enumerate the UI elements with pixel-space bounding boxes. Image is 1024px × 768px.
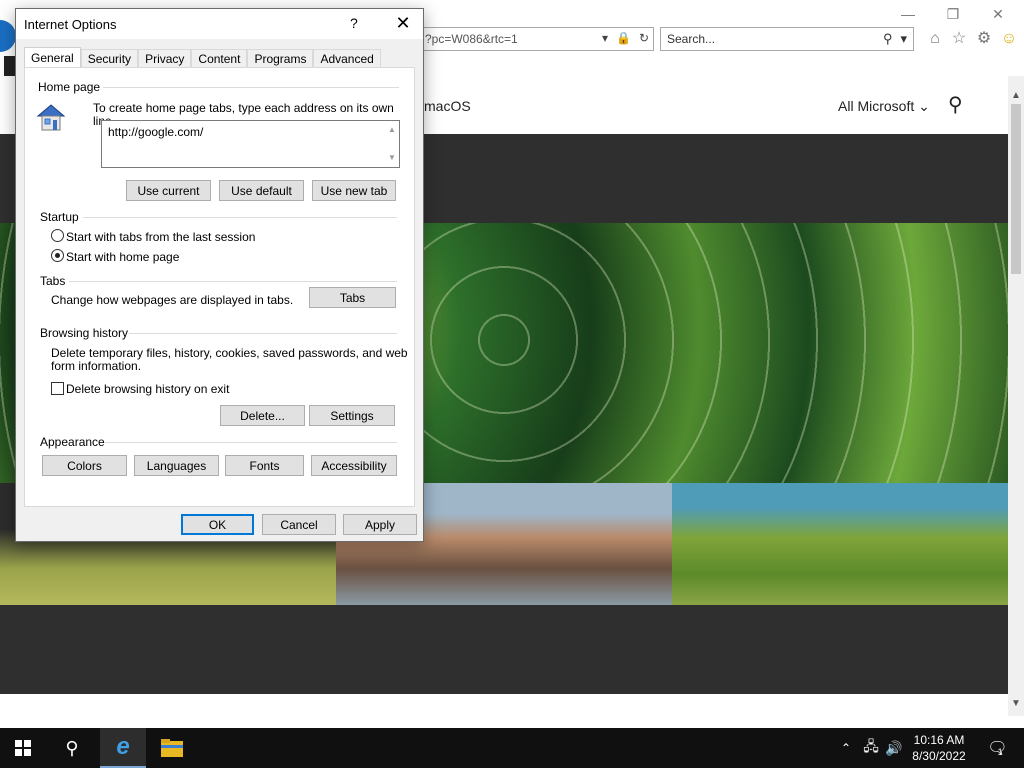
scrollbar-thumb[interactable] <box>1011 104 1021 274</box>
history-settings-button[interactable]: Settings <box>309 405 395 426</box>
radio-last-session-label[interactable]: Start with tabs from the last session <box>66 231 255 244</box>
taskbar-internet-explorer[interactable]: e <box>100 728 146 768</box>
radio-last-session[interactable] <box>51 229 64 242</box>
search-icon[interactable]: ⚲ <box>883 31 893 47</box>
dropdown-arrow-icon[interactable]: ▾ <box>602 31 608 45</box>
dialog-titlebar[interactable]: Internet Options ? ✕ <box>16 9 423 39</box>
chevron-down-icon: ⌄ <box>918 98 930 114</box>
divider <box>103 87 399 88</box>
radio-home-page-label[interactable]: Start with home page <box>66 251 179 264</box>
browsing-history-group-label: Browsing history <box>40 326 129 340</box>
show-hidden-icons-chevron-icon[interactable]: ⌃ <box>836 728 856 768</box>
volume-icon[interactable]: 🔊 <box>884 728 904 768</box>
browsing-history-description-line2: form information. <box>51 359 142 373</box>
divider <box>83 217 397 218</box>
tile-image-hills[interactable] <box>672 483 1008 605</box>
home-page-group-label: Home page <box>38 80 101 94</box>
search-input[interactable]: Search... ⚲ ▾ <box>660 27 914 51</box>
accessibility-button[interactable]: Accessibility <box>311 455 397 476</box>
startup-group-label: Startup <box>40 210 79 224</box>
nav-all-microsoft-label: All Microsoft <box>838 98 915 114</box>
site-search-icon[interactable]: ⚲ <box>948 92 963 117</box>
smiley-feedback-icon[interactable]: ☺ <box>998 28 1020 50</box>
cancel-button[interactable]: Cancel <box>262 514 336 535</box>
use-current-button[interactable]: Use current <box>126 180 211 201</box>
nav-all-microsoft[interactable]: All Microsoft ⌄ <box>838 98 930 115</box>
favorites-star-icon[interactable]: ☆ <box>948 28 970 50</box>
start-button[interactable] <box>0 728 46 768</box>
radio-home-page[interactable] <box>51 249 64 262</box>
close-window-button[interactable]: ✕ <box>983 4 1013 24</box>
taskbar-search-icon[interactable]: ⚲ <box>50 728 94 768</box>
windows-logo-icon <box>15 740 31 756</box>
taskbar: ⚲ e ⌃ 🖧 🔊 10:16 AM 8/30/2022 🗨 1 <box>0 728 1024 768</box>
delete-on-exit-label[interactable]: Delete browsing history on exit <box>66 383 229 396</box>
fonts-button[interactable]: Fonts <box>225 455 304 476</box>
internet-options-dialog: Internet Options ? ✕ General Security Pr… <box>15 8 424 542</box>
tab-programs[interactable]: Programs <box>247 49 314 69</box>
tab-security[interactable]: Security <box>80 49 139 69</box>
ok-button[interactable]: OK <box>181 514 254 535</box>
colors-button[interactable]: Colors <box>42 455 127 476</box>
divider <box>129 333 397 334</box>
home-page-url: http://google.com/ <box>108 125 204 139</box>
home-icon[interactable]: ⌂ <box>924 28 946 50</box>
tabs-settings-button[interactable]: Tabs <box>309 287 396 308</box>
system-clock[interactable]: 10:16 AM 8/30/2022 <box>904 732 974 764</box>
network-icon[interactable]: 🖧 <box>860 728 882 768</box>
restore-button[interactable]: ❐ <box>938 4 968 24</box>
apply-button[interactable]: Apply <box>343 514 417 535</box>
use-default-button[interactable]: Use default <box>219 180 304 201</box>
clock-date: 8/30/2022 <box>912 749 966 763</box>
folder-icon <box>161 739 183 757</box>
notifications-icon[interactable]: 🗨 1 <box>980 728 1010 768</box>
nav-link-macos[interactable]: macOS <box>424 98 471 114</box>
tabs-group-label: Tabs <box>40 274 66 288</box>
clock-time: 10:16 AM <box>913 733 965 747</box>
search-placeholder: Search... <box>667 32 716 46</box>
divider <box>105 442 397 443</box>
languages-button[interactable]: Languages <box>134 455 219 476</box>
refresh-icon[interactable]: ↻ <box>639 31 649 45</box>
tab-content[interactable]: Content <box>191 49 248 69</box>
tabs-description: Change how webpages are displayed in tab… <box>51 293 294 307</box>
internet-explorer-icon: e <box>116 733 130 760</box>
textarea-scrollbar[interactable]: ▲ ▼ <box>387 123 397 165</box>
delete-on-exit-checkbox[interactable] <box>51 382 64 395</box>
help-icon[interactable]: ? <box>350 15 358 31</box>
delete-button[interactable]: Delete... <box>220 405 305 426</box>
minimize-button[interactable]: — <box>893 4 923 24</box>
tab-privacy[interactable]: Privacy <box>138 49 192 69</box>
tab-general[interactable]: General <box>24 47 81 69</box>
dialog-tabs: General Security Privacy Content Program… <box>24 47 381 69</box>
address-text: ?pc=W086&rtc=1 <box>425 32 518 46</box>
tab-advanced[interactable]: Advanced <box>313 49 381 69</box>
close-icon[interactable]: ✕ <box>388 13 418 34</box>
notification-count: 1 <box>997 747 1003 757</box>
settings-gear-icon[interactable]: ⚙ <box>973 28 995 50</box>
general-tab-panel: Home page To create home page tabs, type… <box>24 67 415 507</box>
page-scrollbar[interactable]: ▲ ▼ <box>1008 76 1024 716</box>
scroll-up-icon[interactable]: ▲ <box>1008 90 1024 101</box>
appearance-group-label: Appearance <box>40 435 105 449</box>
dialog-title: Internet Options <box>24 17 117 32</box>
house-icon <box>36 104 66 131</box>
scroll-down-icon[interactable]: ▼ <box>1008 698 1024 709</box>
use-new-tab-button[interactable]: Use new tab <box>312 180 396 201</box>
taskbar-file-explorer[interactable] <box>150 728 194 768</box>
divider <box>69 281 397 282</box>
lock-icon[interactable]: 🔒 <box>616 31 631 45</box>
ie-logo-icon <box>0 20 16 52</box>
address-bar[interactable]: ?pc=W086&rtc=1 ▾ 🔒 ↻ <box>418 27 654 51</box>
home-page-textarea[interactable]: http://google.com/ ▲ ▼ <box>101 120 400 168</box>
search-dropdown-icon[interactable]: ▾ <box>900 31 907 47</box>
